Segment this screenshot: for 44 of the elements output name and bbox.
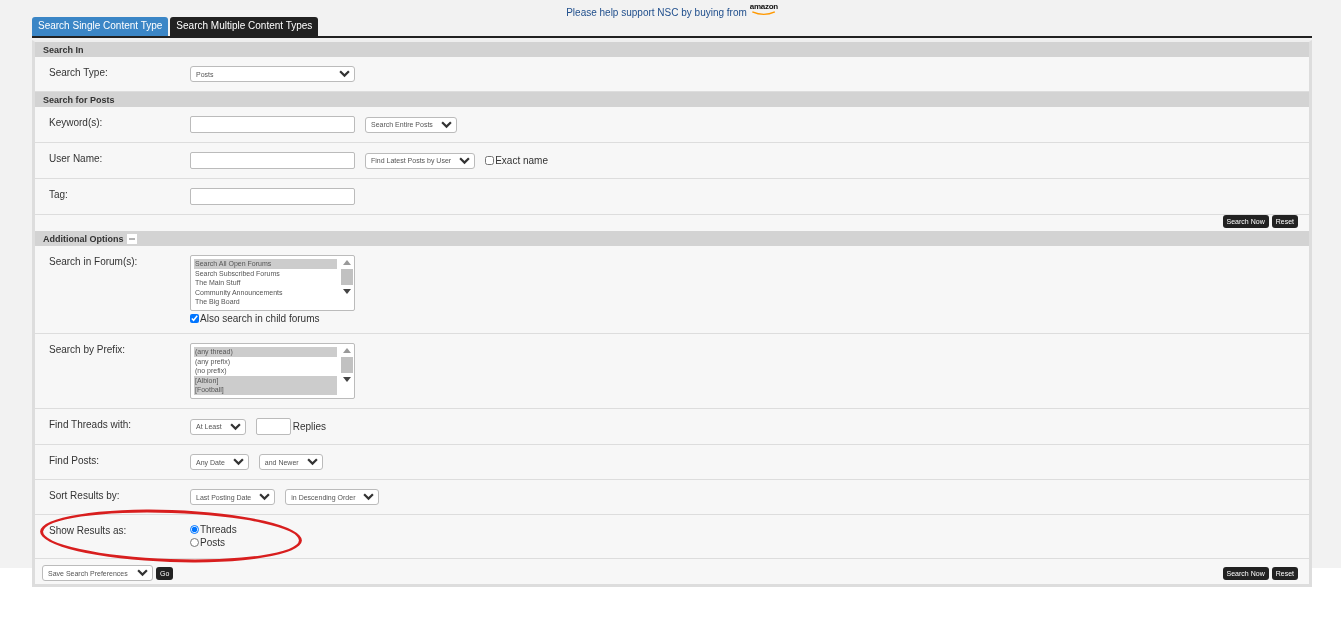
section-title: Search In bbox=[43, 44, 84, 55]
tab[interactable]: Search Single Content Type bbox=[32, 17, 169, 36]
radio-option[interactable]: Threads bbox=[190, 524, 237, 535]
scroll-down-icon[interactable] bbox=[343, 289, 351, 294]
field-label: Find Threads with: bbox=[49, 418, 133, 432]
chevron-down-icon bbox=[306, 458, 318, 466]
field-label: Sort Results by: bbox=[49, 489, 121, 503]
scroll-down-icon[interactable] bbox=[343, 377, 351, 382]
field-label: Replies bbox=[292, 421, 327, 432]
checkbox-option[interactable]: Exact name bbox=[485, 155, 548, 166]
amazon-logo[interactable]: amazon bbox=[749, 3, 778, 16]
tab[interactable]: Search Multiple Content Types bbox=[170, 17, 319, 36]
text-input[interactable] bbox=[190, 152, 355, 169]
collapse-icon[interactable] bbox=[126, 233, 137, 244]
chevron-down-icon bbox=[339, 70, 350, 78]
chevron-down-icon bbox=[232, 458, 244, 466]
number-input[interactable] bbox=[255, 418, 291, 435]
section-title: Additional Options bbox=[43, 233, 124, 244]
chevron-down-icon bbox=[229, 422, 241, 431]
checkbox[interactable] bbox=[485, 156, 495, 165]
scroll-up-icon[interactable] bbox=[343, 348, 351, 353]
field-label: User Name: bbox=[49, 152, 104, 166]
radio-button[interactable] bbox=[190, 538, 199, 547]
section-title: Search for Posts bbox=[43, 94, 115, 105]
chevron-down-icon bbox=[259, 493, 271, 501]
field-label: Search in Forum(s): bbox=[49, 255, 139, 269]
chevron-down-icon bbox=[459, 156, 471, 165]
field-label: Keyword(s): bbox=[49, 116, 104, 130]
field-label: Find Posts: bbox=[49, 454, 101, 468]
field-label: Tag: bbox=[49, 188, 69, 202]
support-message: Please help support NSC by buying from bbox=[566, 7, 747, 18]
text-input[interactable] bbox=[190, 116, 355, 133]
text-input[interactable] bbox=[190, 188, 355, 205]
checkbox-option[interactable]: Also search in child forums bbox=[190, 313, 320, 324]
checkbox[interactable] bbox=[190, 314, 199, 323]
chevron-down-icon bbox=[137, 569, 148, 577]
field-label: Search by Prefix: bbox=[49, 343, 127, 357]
scroll-up-icon[interactable] bbox=[343, 260, 351, 265]
radio-option[interactable]: Posts bbox=[190, 537, 225, 548]
field-label: Show Results as: bbox=[49, 524, 128, 538]
radio-button[interactable] bbox=[190, 525, 199, 534]
field-label: Search Type: bbox=[49, 66, 109, 80]
chevron-down-icon bbox=[440, 120, 452, 129]
chevron-down-icon bbox=[363, 493, 375, 501]
